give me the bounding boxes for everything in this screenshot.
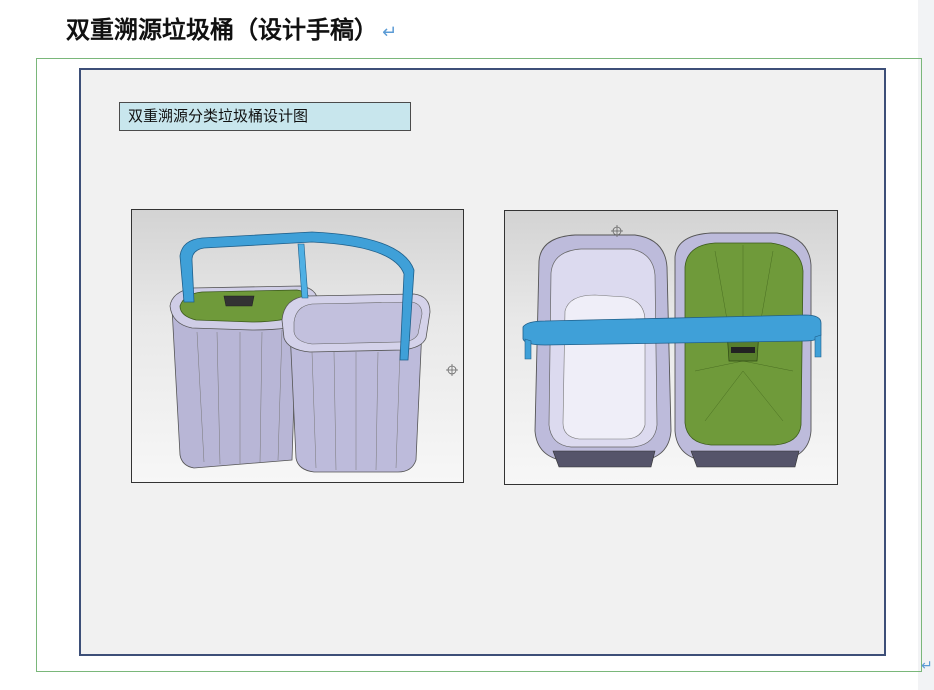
paragraph-mark-icon-bottom: ↵ [921, 658, 933, 674]
dual-trash-bin-perspective-icon [169, 231, 458, 473]
document-title: 双重溯源垃圾桶（设计手稿） ↵ [66, 12, 397, 48]
render-perspective-view [131, 209, 464, 483]
render-top-view [504, 210, 838, 485]
dual-trash-bin-top-icon [522, 225, 822, 468]
paragraph-mark-icon: ↵ [382, 22, 398, 43]
figure-caption: 双重溯源分类垃圾桶设计图 [119, 102, 411, 131]
document-title-text: 双重溯源垃圾桶（设计手稿） [66, 16, 378, 44]
